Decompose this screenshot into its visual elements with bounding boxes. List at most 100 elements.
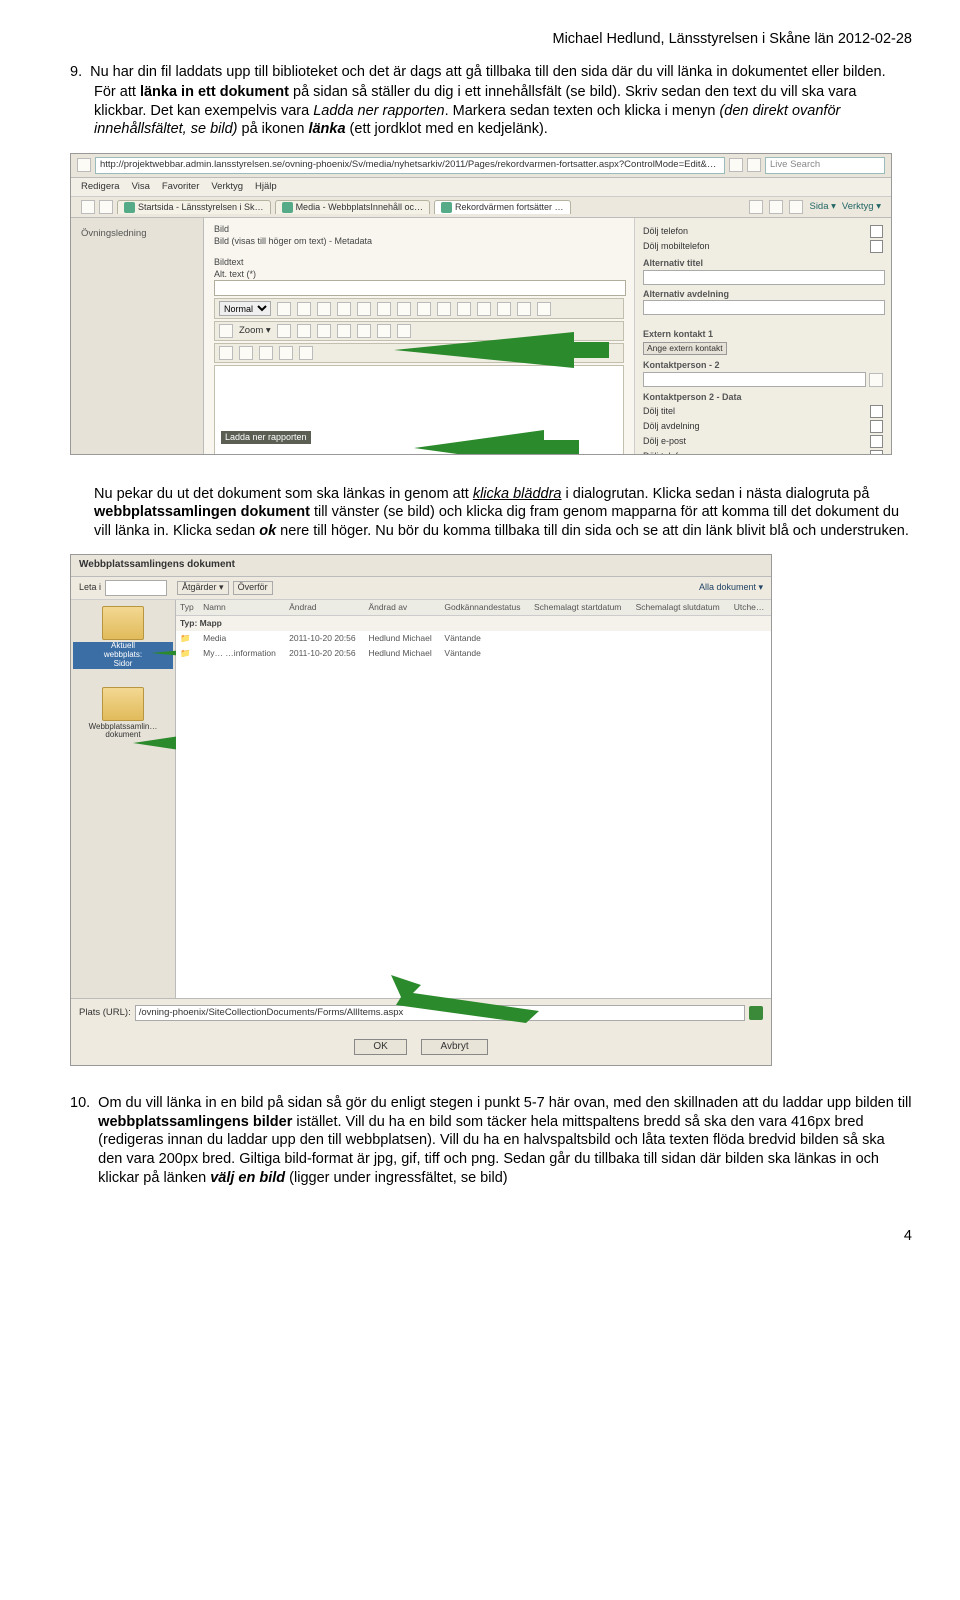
list-icon[interactable] [239,346,253,360]
checkbox[interactable] [870,405,883,418]
col-status[interactable]: Godkännandestatus [440,600,530,615]
col-utche[interactable]: Utche… [730,600,771,615]
indent-icon[interactable] [279,346,293,360]
print-icon[interactable] [789,200,803,214]
style-select[interactable]: Normal [219,301,271,316]
menu-item[interactable]: Redigera [81,181,120,193]
menu-item[interactable]: Hjälp [255,181,277,193]
rp-input[interactable] [643,300,885,315]
view-menu[interactable]: Alla dokument ▾ [699,582,763,594]
page-icon [77,158,91,172]
t: i dialogrutan. Klicka sedan i nästa dial… [562,486,870,502]
leta-i-label: Leta i [79,582,101,594]
col-typ[interactable]: Typ [176,600,199,615]
unlink-icon[interactable] [497,302,511,316]
col-andrad[interactable]: Ändrad [285,600,364,615]
format-icon[interactable] [299,346,313,360]
zoom-menu[interactable]: Zoom ▾ [239,325,271,337]
rp-title: Extern kontakt 1 [643,329,883,341]
plats-label: Plats (URL): [79,1007,131,1019]
t: webbplatssamlingens bilder [98,1114,292,1130]
refresh-icon[interactable] [729,158,743,172]
align-left-icon[interactable] [337,302,351,316]
toolbar-icon[interactable] [357,324,371,338]
redo-icon[interactable] [297,324,311,338]
arrow-to-link-icon [394,330,614,374]
tab-1[interactable]: Startsida - Länsstyrelsen i Sk… [117,200,271,215]
checkbox[interactable] [870,450,883,455]
align-center-icon[interactable] [357,302,371,316]
menu-item[interactable]: Favoriter [162,181,199,193]
checkbox[interactable] [870,420,883,433]
sidebar-item[interactable]: Övningsledning [77,226,197,242]
folder-cap: Aktuell [111,641,135,650]
page-menu[interactable]: Sida ▾ [809,201,835,213]
table-icon[interactable] [537,302,551,316]
outdent-icon[interactable] [437,302,451,316]
menu-item[interactable]: Visa [132,181,150,193]
table-row[interactable]: 📁Media2011-10-20 20:56Hedlund MichaelVän… [176,631,771,646]
underline-icon[interactable] [317,302,331,316]
avbryt-button[interactable]: Avbryt [421,1039,487,1056]
step-text: Om du vill länka in en bild på sidan så … [98,1094,912,1187]
rp-input[interactable] [643,270,885,285]
alttext-field[interactable] [214,280,626,296]
rp-label: Dölj telefon [643,226,688,238]
stop-icon[interactable] [747,158,761,172]
url-bar[interactable]: http://projektwebbar.admin.lansstyrelsen… [95,157,725,174]
label-bildtext: Bildtext [214,257,624,269]
home-icon[interactable] [749,200,763,214]
fav-icon[interactable] [81,200,95,214]
leta-i-field[interactable] [105,580,167,596]
tab-3[interactable]: Rekordvärmen fortsätter … [434,200,571,215]
table-row[interactable]: 📁My… …information2011-10-20 20:56Hedlund… [176,646,771,661]
image-icon[interactable] [517,302,531,316]
col-andradav[interactable]: Ändrad av [364,600,440,615]
search-field[interactable]: Live Search [765,157,885,174]
col-start[interactable]: Schemalagt startdatum [530,600,632,615]
align-right-icon[interactable] [377,302,391,316]
toolbar-icon[interactable] [337,324,351,338]
group-row[interactable]: Typ: Mapp [176,616,771,631]
col-namn[interactable]: Namn [199,600,285,615]
rp-button[interactable]: Ange extern kontakt [643,342,727,355]
go-icon[interactable] [749,1006,763,1020]
tab-2[interactable]: Media - WebbplatsInnehåll oc… [275,200,430,215]
italic-icon[interactable] [297,302,311,316]
t: (ligger under ingressfältet, se bild) [285,1170,507,1186]
cut-icon[interactable] [219,324,233,338]
rp-input[interactable] [643,372,866,387]
lookup-icon[interactable] [869,373,883,387]
overfor-button[interactable]: Överför [233,581,273,595]
checkbox[interactable] [870,435,883,448]
t: Ladda ner rapporten [313,103,444,119]
rp-label: Dölj avdelning [643,421,700,433]
dialog-bottom: Plats (URL): /ovning-phoenix/SiteCollect… [71,998,771,1066]
list-icon[interactable] [219,346,233,360]
rp-title: Alternativ avdelning [643,289,883,301]
outdent-icon[interactable] [259,346,273,360]
toolbar-icon[interactable] [377,324,391,338]
bold-icon[interactable] [277,302,291,316]
browser-tabs: Startsida - Länsstyrelsen i Sk… Media - … [71,197,891,219]
folder-cap: Sidor [114,659,133,668]
bulleted-list-icon[interactable] [417,302,431,316]
addtab-icon[interactable] [99,200,113,214]
label-bildvisas: Bild (visas till höger om text) - Metada… [214,236,624,248]
checkbox[interactable] [870,240,883,253]
col-slut[interactable]: Schemalagt slutdatum [632,600,730,615]
menu-item[interactable]: Verktyg [211,181,243,193]
step-text: Nu har din fil laddats upp till bibliote… [90,63,912,82]
feed-icon[interactable] [769,200,783,214]
ok-button[interactable]: OK [354,1039,406,1056]
toolbar-icon[interactable] [317,324,331,338]
checkbox[interactable] [870,225,883,238]
link-icon[interactable] [477,302,491,316]
undo-icon[interactable] [277,324,291,338]
t: För att [94,84,140,100]
rp-title: Kontaktperson 2 - Data [643,392,883,404]
tools-menu[interactable]: Verktyg ▾ [842,201,881,213]
indent-icon[interactable] [457,302,471,316]
numbered-list-icon[interactable] [397,302,411,316]
atgarder-menu[interactable]: Åtgärder ▾ [177,581,229,595]
